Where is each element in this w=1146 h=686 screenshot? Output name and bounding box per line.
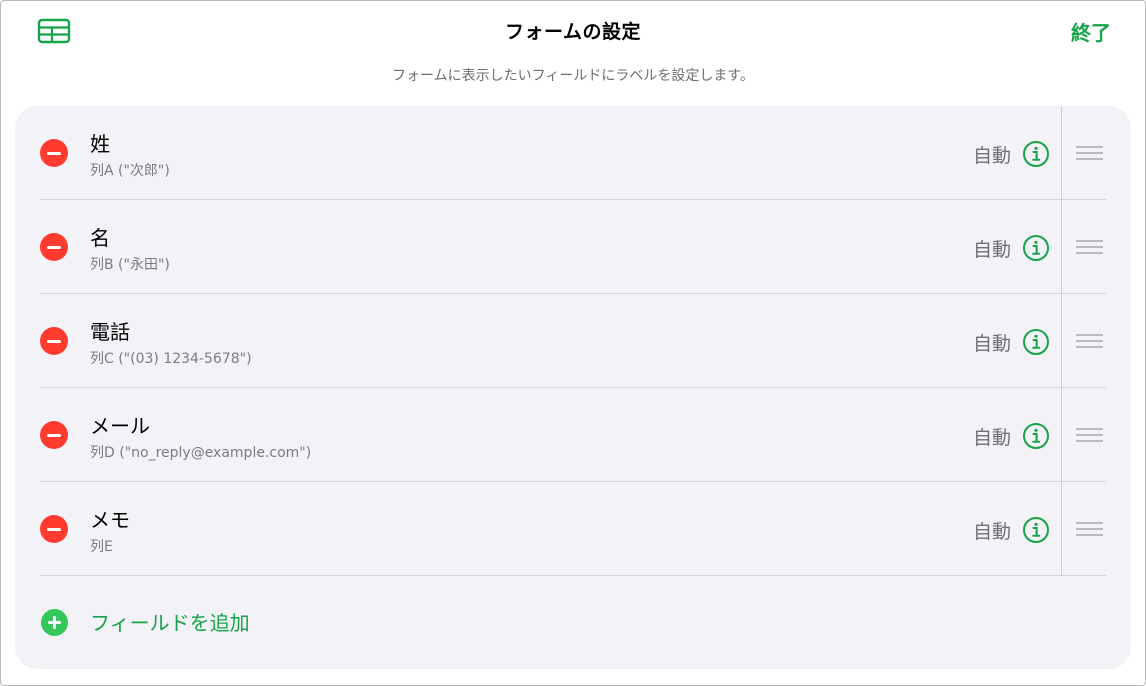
field-source: 列A ("次郎") — [90, 163, 170, 179]
field-row-3: メール 列D ("no_reply@example.com") 自動 — [15, 388, 1131, 482]
drag-handle-icon[interactable] — [1076, 145, 1103, 161]
form-settings-window: フォームの設定 終了 フォームに表示したいフィールドにラベルを設定します。 姓 … — [0, 0, 1146, 686]
remove-field-button[interactable] — [40, 515, 68, 543]
field-name[interactable]: 名 — [90, 222, 110, 251]
done-button[interactable]: 終了 — [1071, 17, 1111, 46]
field-name[interactable]: 姓 — [90, 128, 110, 157]
field-source: 列C ("(03) 1234-5678") — [90, 351, 252, 367]
remove-field-button[interactable] — [40, 233, 68, 261]
plus-circle-icon[interactable] — [41, 609, 68, 636]
info-icon[interactable] — [1022, 516, 1050, 544]
info-icon[interactable] — [1022, 234, 1050, 262]
field-source: 列B ("永田") — [90, 257, 170, 273]
field-source: 列D ("no_reply@example.com") — [90, 445, 312, 461]
add-field-label[interactable]: フィールドを追加 — [90, 607, 250, 636]
drag-handle-icon[interactable] — [1076, 239, 1103, 255]
drag-handle-icon[interactable] — [1076, 333, 1103, 349]
field-type[interactable]: 自動 — [973, 329, 1011, 356]
field-row-0: 姓 列A ("次郎") 自動 — [15, 106, 1131, 200]
remove-field-button[interactable] — [40, 139, 68, 167]
field-source: 列E — [90, 539, 113, 555]
field-type[interactable]: 自動 — [973, 235, 1011, 262]
field-name[interactable]: メモ — [90, 504, 130, 533]
page-subtitle: フォームに表示したいフィールドにラベルを設定します。 — [392, 68, 754, 84]
field-row-4: メモ 列E 自動 — [15, 482, 1131, 576]
field-list-card: 姓 列A ("次郎") 自動 名 列B ("永田") 自動 電話 列C ("(0… — [15, 106, 1131, 669]
field-row-1: 名 列B ("永田") 自動 — [15, 200, 1131, 294]
page-title: フォームの設定 — [505, 21, 641, 43]
info-icon[interactable] — [1022, 328, 1050, 356]
info-icon[interactable] — [1022, 422, 1050, 450]
drag-handle-icon[interactable] — [1076, 427, 1103, 443]
remove-field-button[interactable] — [40, 327, 68, 355]
add-field-button[interactable]: フィールドを追加 — [15, 576, 1131, 669]
field-type[interactable]: 自動 — [973, 423, 1011, 450]
field-name[interactable]: 電話 — [90, 316, 130, 345]
field-row-2: 電話 列C ("(03) 1234-5678") 自動 — [15, 294, 1131, 388]
field-type[interactable]: 自動 — [973, 141, 1011, 168]
remove-field-button[interactable] — [40, 421, 68, 449]
header: フォームの設定 終了 — [1, 1, 1145, 61]
field-name[interactable]: メール — [90, 410, 150, 439]
drag-handle-icon[interactable] — [1076, 521, 1103, 537]
info-icon[interactable] — [1022, 140, 1050, 168]
field-type[interactable]: 自動 — [973, 517, 1011, 544]
